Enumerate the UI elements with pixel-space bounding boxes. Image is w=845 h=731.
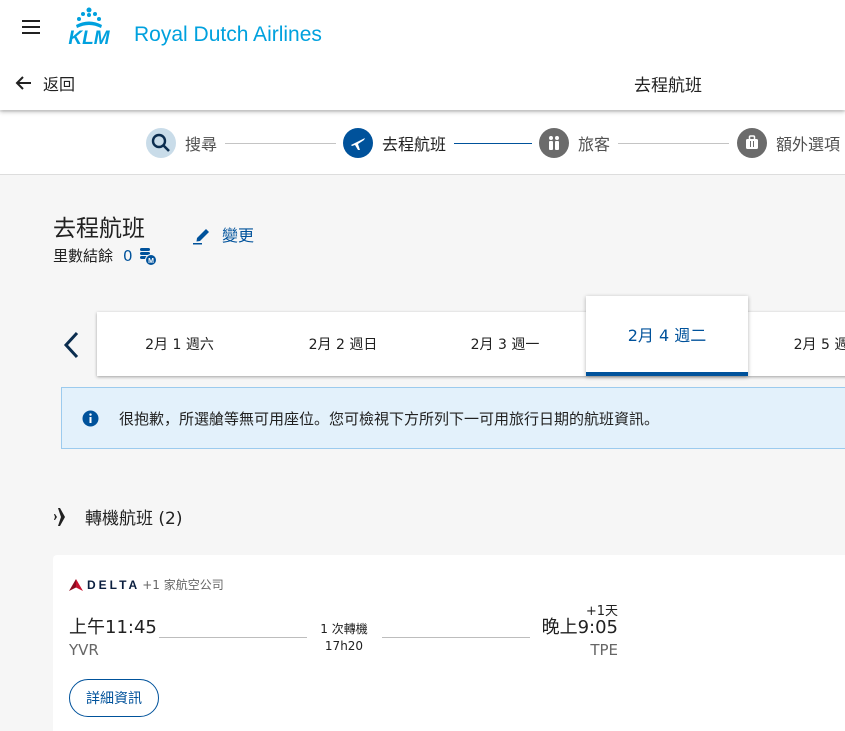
menu-icon[interactable] (22, 19, 40, 35)
page-title: 去程航班 (634, 76, 702, 96)
miles-label: 里數結餘 (53, 247, 114, 265)
stops-label: 1 次轉機 (320, 622, 368, 636)
date-tab[interactable]: 2月 3 週一 (424, 312, 586, 376)
step-connector (454, 143, 532, 144)
step-label: 搜尋 (185, 135, 218, 154)
info-icon (82, 410, 99, 426)
luggage-icon (737, 128, 767, 158)
step-label: 額外選項 (776, 135, 841, 154)
connecting-flights-heading: 轉機航班 (2) (53, 504, 182, 529)
date-tab-selected[interactable]: 2月 4 週二 (586, 296, 748, 376)
plane-icon (54, 507, 73, 526)
miles-balance: 里數結餘 0 M (53, 245, 157, 266)
passengers-icon (539, 128, 569, 158)
arrival-time: 晚上9:05 (541, 617, 618, 638)
change-label: 變更 (222, 226, 255, 245)
carrier-info: DELTA +1 家航空公司 (69, 576, 224, 593)
departure-airport: YVR (69, 641, 99, 659)
brand-name: Royal Dutch Airlines (134, 23, 322, 46)
svg-text:M: M (148, 258, 154, 265)
details-button[interactable]: 詳細資訊 (69, 679, 159, 717)
info-message: 很抱歉，所選艙等無可用座位。您可檢視下方所列下一可用旅行日期的航班資訊。 (119, 409, 660, 428)
additional-carriers: +1 家航空公司 (142, 578, 224, 592)
back-label: 返回 (43, 75, 76, 94)
app-header: KLM Royal Dutch Airlines 返回 去程航班 (0, 0, 845, 110)
duration-label: 17h20 (324, 639, 364, 653)
flight-card[interactable]: DELTA +1 家航空公司 上午11:45 YVR 1 次轉機 17h20 +… (53, 555, 845, 731)
date-tab[interactable]: 2月 5 週三 (748, 312, 845, 376)
back-button[interactable]: 返回 (14, 70, 75, 96)
chevron-left-icon[interactable] (60, 330, 84, 360)
section-title: 去程航班 (53, 216, 145, 242)
date-tab[interactable]: 2月 1 週六 (97, 312, 262, 376)
carrier-name: DELTA (87, 577, 141, 592)
step-extras[interactable]: 額外選項 (737, 128, 840, 158)
step-passengers[interactable]: 旅客 (539, 128, 610, 158)
date-selector: 2月 1 週六 2月 2 週日 2月 3 週一 2月 5 週三 2月 4 週二 (97, 296, 845, 376)
step-label: 去程航班 (382, 135, 447, 154)
info-banner: 很抱歉，所選艙等無可用座位。您可檢視下方所列下一可用旅行日期的航班資訊。 (61, 387, 845, 449)
step-connector (618, 143, 729, 144)
klm-logo-text: KLM (68, 28, 110, 48)
route-line (382, 637, 530, 638)
step-search[interactable]: 搜尋 (146, 128, 217, 158)
step-outbound-flight[interactable]: 去程航班 (343, 128, 446, 158)
change-button[interactable]: 變更 (192, 222, 254, 246)
miles-value: 0 (123, 246, 133, 265)
step-connector (225, 143, 336, 144)
arrival-airport: TPE (590, 641, 618, 659)
search-icon (146, 128, 176, 158)
step-label: 旅客 (578, 135, 611, 154)
date-tab[interactable]: 2月 2 週日 (262, 312, 424, 376)
connecting-flights-label: 轉機航班 (2) (85, 509, 183, 529)
pencil-icon (193, 229, 209, 245)
delta-logo-icon (69, 578, 83, 591)
miles-coin-icon: M (139, 247, 157, 266)
route-line (159, 637, 307, 638)
klm-crown-logo: KLM (68, 7, 111, 48)
departure-time: 上午11:45 (69, 617, 157, 638)
arrow-left-icon (15, 76, 31, 90)
plane-icon (343, 128, 373, 158)
